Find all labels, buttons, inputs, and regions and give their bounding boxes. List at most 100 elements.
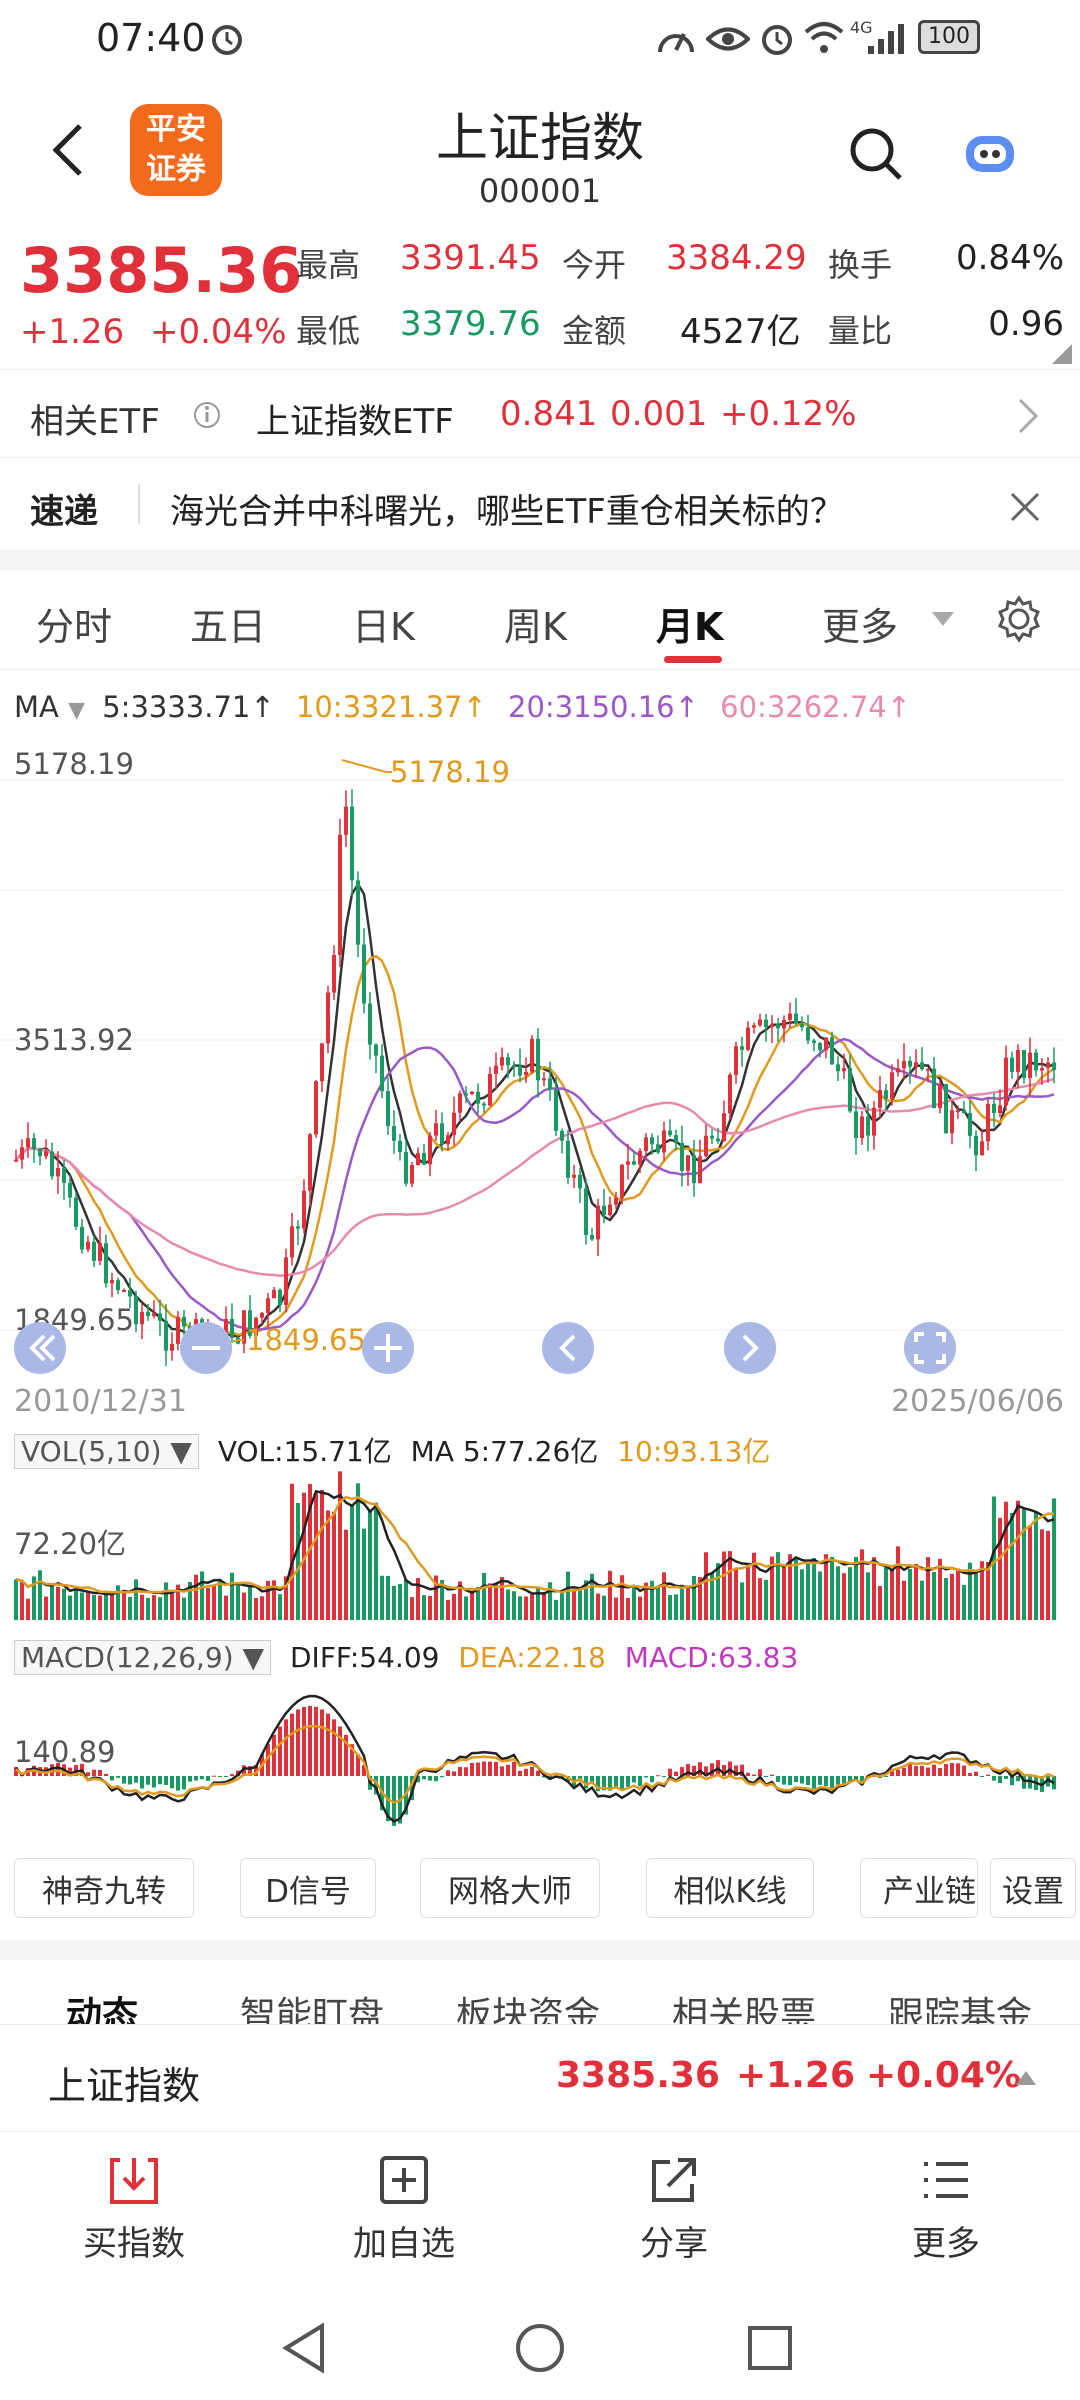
- more-button[interactable]: 更多: [856, 2152, 1036, 2265]
- tool-similar-k-button[interactable]: 相似K线: [646, 1858, 814, 1918]
- settings-gear-icon[interactable]: [994, 594, 1044, 644]
- volume-bar: [554, 1599, 558, 1620]
- volume-bar: [116, 1585, 120, 1620]
- info-icon[interactable]: [192, 400, 222, 430]
- subtab-sector-funds[interactable]: 板块资金: [456, 1986, 600, 2024]
- candle-body: [92, 1241, 96, 1261]
- macd-indicator-box[interactable]: MACD(12,26,9) ▼: [14, 1640, 272, 1675]
- macd-bar: [164, 1776, 168, 1785]
- nav-back-icon[interactable]: [280, 2322, 328, 2374]
- macd-bar: [668, 1768, 672, 1776]
- tool-settings-button[interactable]: 设置: [990, 1858, 1076, 1918]
- search-icon[interactable]: [848, 126, 904, 182]
- candle-body: [146, 1311, 150, 1317]
- volume-bar: [200, 1571, 204, 1620]
- candle-body: [272, 1289, 276, 1299]
- macd-bar: [158, 1776, 162, 1785]
- chevron-right-icon[interactable]: [1016, 396, 1040, 436]
- volume-bar: [902, 1580, 906, 1620]
- candle-body: [518, 1065, 522, 1076]
- volume-bar: [782, 1566, 786, 1620]
- macd-bar: [308, 1706, 312, 1776]
- volume-bar: [170, 1590, 174, 1620]
- bottom-ticker[interactable]: 上证指数 3385.36 +1.26 +0.04%: [0, 2024, 1080, 2132]
- candle-body: [866, 1116, 870, 1136]
- candle-body: [590, 1235, 594, 1240]
- candle-body: [566, 1140, 570, 1178]
- dropdown-triangle-icon[interactable]: [930, 610, 956, 628]
- ma-legend[interactable]: MA ▼ 5:3333.71↑ 10:3321.37↑ 20:3150.16↑ …: [14, 690, 911, 724]
- related-etf-row[interactable]: 相关ETF 上证指数ETF 0.841 0.001 +0.12%: [0, 372, 1080, 458]
- candle-body: [914, 1062, 918, 1067]
- share-button[interactable]: 分享: [584, 2152, 764, 2265]
- up-triangle-icon[interactable]: [1014, 2069, 1038, 2087]
- action-bar: 买指数 加自选 分享 更多: [0, 2134, 1080, 2284]
- vol-indicator-box[interactable]: VOL(5,10) ▼: [14, 1434, 199, 1469]
- candle-body: [410, 1165, 414, 1184]
- macd-legend[interactable]: MACD(12,26,9) ▼ DIFF:54.09 DEA:22.18 MAC…: [14, 1640, 798, 1675]
- subtab-related-stocks[interactable]: 相关股票: [672, 1986, 816, 2024]
- corner-expand-icon[interactable]: [1052, 344, 1072, 364]
- tool-magic-nine-button[interactable]: 神奇九转: [14, 1858, 194, 1918]
- tool-industry-chain-button[interactable]: 产业链: [860, 1858, 978, 1918]
- turnover-value: 0.84%: [955, 238, 1064, 278]
- macd-bar: [86, 1772, 90, 1776]
- tab-daily-k[interactable]: 日K: [352, 596, 415, 651]
- candle-body: [794, 1013, 798, 1024]
- news-text[interactable]: 海光合并中科曙光，哪些ETF重仓相关标的？: [170, 484, 844, 533]
- ai-robot-icon[interactable]: [960, 128, 1020, 178]
- candle-body: [512, 1065, 516, 1068]
- ma60-value: 60:3262.74↑: [720, 690, 912, 724]
- volume-bar: [716, 1563, 720, 1620]
- macd-bar: [626, 1776, 630, 1787]
- volume-bar: [542, 1591, 546, 1620]
- macd-bar: [962, 1765, 966, 1776]
- ma-dropdown-icon[interactable]: ▼: [68, 698, 85, 723]
- candles: [14, 789, 1056, 1367]
- tab-intraday[interactable]: 分时: [36, 596, 112, 651]
- tab-weekly-k[interactable]: 周K: [504, 596, 567, 651]
- tab-five-day[interactable]: 五日: [190, 596, 266, 651]
- volume-legend[interactable]: VOL(5,10) ▼ VOL:15.71亿 MA 5:77.26亿 10:93…: [14, 1430, 770, 1470]
- volume-bar: [854, 1557, 858, 1620]
- volume-bar: [728, 1551, 732, 1620]
- candle-body: [170, 1343, 174, 1351]
- volume-bar: [878, 1585, 882, 1620]
- scroll-left-button[interactable]: [542, 1322, 594, 1374]
- macd-bar: [98, 1769, 102, 1776]
- volume-bar: [392, 1585, 396, 1620]
- macd-bar: [518, 1770, 522, 1776]
- ticker-change: +1.26: [736, 2055, 855, 2096]
- date-end: 2025/06/06: [891, 1384, 1064, 1419]
- news-flash-row[interactable]: 速递 海光合并中科曙光，哪些ETF重仓相关标的？: [0, 460, 1080, 550]
- volume-bar: [560, 1593, 564, 1620]
- close-icon[interactable]: [1008, 490, 1042, 524]
- buy-index-button[interactable]: 买指数: [44, 2152, 224, 2265]
- candle-body: [104, 1243, 108, 1284]
- candle-body: [110, 1280, 114, 1284]
- macd-bar: [320, 1709, 324, 1776]
- scroll-left-fast-button[interactable]: [14, 1322, 66, 1374]
- nav-home-icon[interactable]: [514, 2322, 566, 2374]
- subtab-tracking-funds[interactable]: 跟踪基金: [888, 1986, 1032, 2024]
- tab-monthly-k[interactable]: 月K: [656, 596, 723, 651]
- subtab-smart-watch[interactable]: 智能盯盘: [240, 1986, 384, 2024]
- tool-d-signal-button[interactable]: D信号: [240, 1858, 376, 1918]
- candle-body: [584, 1188, 588, 1236]
- kline-chart[interactable]: 5178.19 3513.92 1849.65 5178.19 1849.65: [0, 740, 1080, 1380]
- candle-body: [302, 1190, 306, 1229]
- add-watchlist-button[interactable]: 加自选: [314, 2152, 494, 2265]
- macd-bar: [896, 1769, 900, 1776]
- zoom-out-button[interactable]: [180, 1322, 232, 1374]
- tab-more[interactable]: 更多: [822, 596, 898, 651]
- zoom-in-button[interactable]: [362, 1322, 414, 1374]
- scroll-right-button[interactable]: [724, 1322, 776, 1374]
- candle-body: [986, 1103, 990, 1142]
- fullscreen-button[interactable]: [904, 1322, 956, 1374]
- candle-body: [758, 1019, 762, 1026]
- vol-ma10-value: 10:93.13亿: [617, 1435, 771, 1468]
- nav-recents-icon[interactable]: [746, 2324, 794, 2372]
- tool-grid-master-button[interactable]: 网格大师: [420, 1858, 600, 1918]
- subtab-news[interactable]: 动态: [66, 1986, 138, 2024]
- volume-bar: [548, 1582, 552, 1620]
